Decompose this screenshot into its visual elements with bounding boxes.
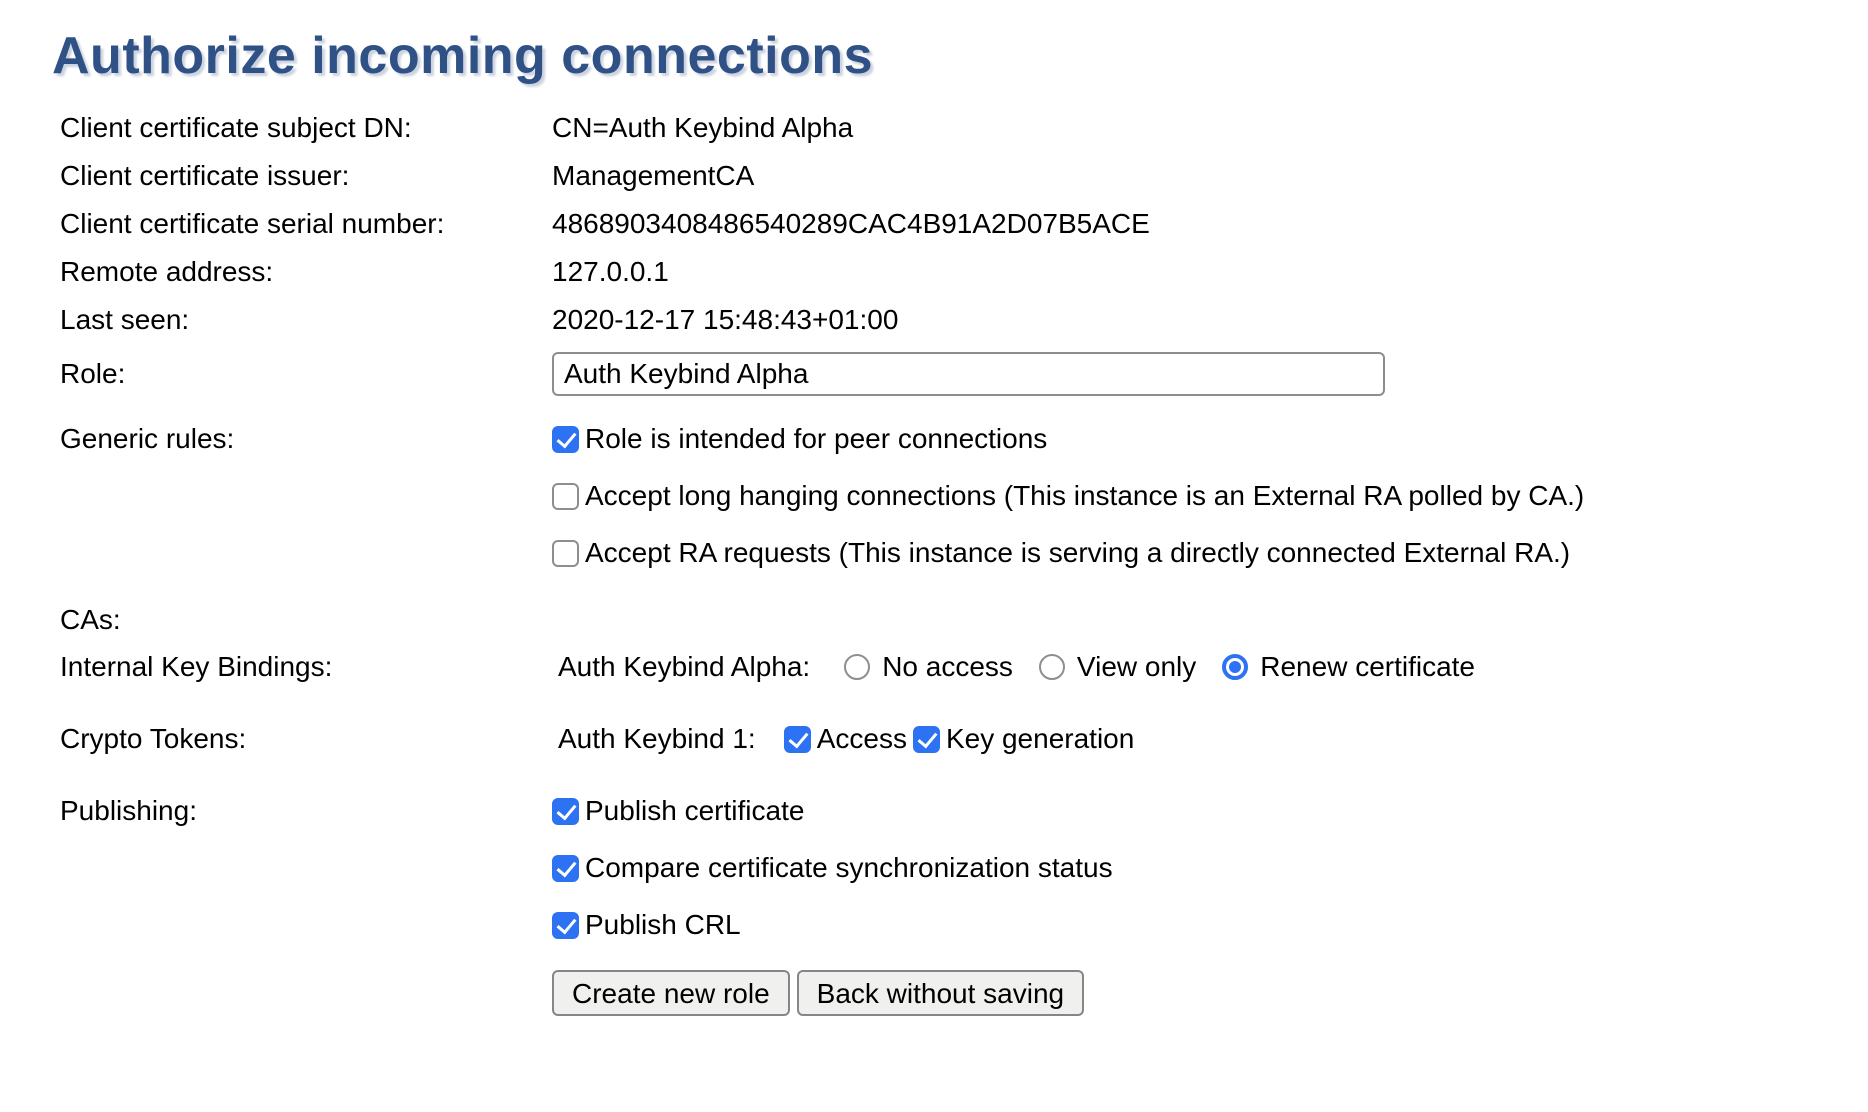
authorize-incoming-connections-page: Authorize incoming connections Client ce… — [0, 26, 1868, 1016]
form-body: Client certificate subject DN: CN=Auth K… — [60, 104, 1868, 1016]
publishing-section: Publishing: Publish certificate Compare … — [60, 794, 1868, 942]
radio-label: No access — [882, 650, 1013, 684]
checkbox-compare-sync-status[interactable] — [552, 855, 579, 882]
info-value: 2020-12-17 15:48:43+01:00 — [552, 296, 898, 344]
radio-view-only[interactable] — [1039, 654, 1065, 680]
checkbox-label: Accept long hanging connections (This in… — [585, 479, 1584, 513]
page-title: Authorize incoming connections — [52, 26, 1868, 86]
info-value: ManagementCA — [552, 152, 754, 200]
checkbox-item-compare-sync-status[interactable]: Compare certificate synchronization stat… — [552, 851, 1113, 885]
radio-renew-certificate[interactable] — [1222, 654, 1248, 680]
checkbox-ra-requests[interactable] — [552, 540, 579, 567]
role-row: Role: — [60, 352, 1868, 396]
role-label: Role: — [60, 357, 552, 391]
info-value: 4868903408486540289CAC4B91A2D07B5ACE — [552, 200, 1150, 248]
checkbox-item-ra-requests[interactable]: Accept RA requests (This instance is ser… — [552, 536, 1584, 570]
checkbox-label: Accept RA requests (This instance is ser… — [585, 536, 1570, 570]
info-row-last-seen: Last seen: 2020-12-17 15:48:43+01:00 — [60, 296, 1868, 344]
info-row-serial-number: Client certificate serial number: 486890… — [60, 200, 1868, 248]
checkbox-item-access[interactable]: Access — [784, 722, 907, 756]
info-label: Last seen: — [60, 296, 552, 344]
action-buttons-row: Create new role Back without saving — [60, 970, 1868, 1016]
checkbox-item-publish-certificate[interactable]: Publish certificate — [552, 794, 1113, 828]
info-row-subject-dn: Client certificate subject DN: CN=Auth K… — [60, 104, 1868, 152]
checkbox-publish-crl[interactable] — [552, 912, 579, 939]
checkbox-label: Publish certificate — [585, 794, 804, 828]
checkbox-access[interactable] — [784, 726, 811, 753]
crypto-tokens-row: Crypto Tokens: Auth Keybind 1: Access Ke… — [60, 722, 1868, 756]
action-buttons: Create new role Back without saving — [552, 970, 1091, 1016]
crypto-token-name: Auth Keybind 1: — [552, 722, 756, 756]
cas-label: CAs: — [60, 603, 552, 637]
publishing-options: Publish certificate Compare certificate … — [552, 794, 1113, 942]
radio-label: Renew certificate — [1260, 650, 1475, 684]
info-label: Client certificate serial number: — [60, 200, 552, 248]
checkbox-peer-connections[interactable] — [552, 426, 579, 453]
info-row-issuer: Client certificate issuer: ManagementCA — [60, 152, 1868, 200]
generic-rules-section: Generic rules: Role is intended for peer… — [60, 422, 1868, 570]
info-row-remote-address: Remote address: 127.0.0.1 — [60, 248, 1868, 296]
checkbox-label: Access — [817, 722, 907, 756]
checkbox-label: Compare certificate synchronization stat… — [585, 851, 1113, 885]
create-new-role-button[interactable]: Create new role — [552, 970, 790, 1016]
info-value: CN=Auth Keybind Alpha — [552, 104, 853, 152]
internal-key-bindings-row: Internal Key Bindings: Auth Keybind Alph… — [60, 650, 1868, 684]
internal-key-bindings-options: Auth Keybind Alpha: No access View only … — [552, 650, 1501, 684]
role-input[interactable] — [552, 352, 1385, 396]
checkbox-label: Publish CRL — [585, 908, 741, 942]
checkbox-item-long-hanging-connections[interactable]: Accept long hanging connections (This in… — [552, 479, 1584, 513]
radio-label: View only — [1077, 650, 1196, 684]
internal-key-bindings-label: Internal Key Bindings: — [60, 650, 552, 684]
cas-row: CAs: — [60, 600, 1868, 640]
checkbox-item-peer-connections[interactable]: Role is intended for peer connections — [552, 422, 1584, 456]
checkbox-key-generation[interactable] — [913, 726, 940, 753]
crypto-tokens-options: Auth Keybind 1: Access Key generation — [552, 722, 1134, 756]
info-value: 127.0.0.1 — [552, 248, 669, 296]
checkbox-item-publish-crl[interactable]: Publish CRL — [552, 908, 1113, 942]
radio-no-access[interactable] — [844, 654, 870, 680]
radio-item-view-only[interactable]: View only — [1039, 650, 1196, 684]
info-label: Remote address: — [60, 248, 552, 296]
checkbox-label: Key generation — [946, 722, 1134, 756]
back-without-saving-button[interactable]: Back without saving — [797, 970, 1084, 1016]
checkbox-long-hanging-connections[interactable] — [552, 483, 579, 510]
crypto-tokens-label: Crypto Tokens: — [60, 722, 552, 756]
generic-rules-label: Generic rules: — [60, 422, 552, 456]
publishing-label: Publishing: — [60, 794, 552, 828]
info-label: Client certificate issuer: — [60, 152, 552, 200]
checkbox-item-key-generation[interactable]: Key generation — [913, 722, 1134, 756]
radio-item-no-access[interactable]: No access — [844, 650, 1013, 684]
key-binding-name: Auth Keybind Alpha: — [552, 650, 810, 684]
checkbox-label: Role is intended for peer connections — [585, 422, 1047, 456]
generic-rules-options: Role is intended for peer connections Ac… — [552, 422, 1584, 570]
info-label: Client certificate subject DN: — [60, 104, 552, 152]
checkbox-publish-certificate[interactable] — [552, 798, 579, 825]
radio-item-renew-certificate[interactable]: Renew certificate — [1222, 650, 1475, 684]
